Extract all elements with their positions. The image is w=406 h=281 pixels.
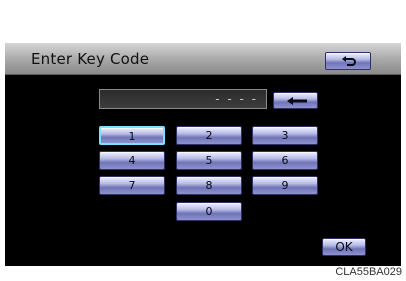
key-2[interactable]: 2 [176, 126, 242, 145]
manual-figure: Enter Key Code - - - - 1 2 3 4 5 6 7 8 9… [0, 0, 406, 281]
backspace-button[interactable] [273, 92, 318, 109]
back-arrow-icon [341, 56, 357, 67]
key-9[interactable]: 9 [252, 176, 318, 195]
ok-button[interactable]: OK [322, 238, 366, 256]
page-title: Enter Key Code [31, 50, 150, 68]
key-6[interactable]: 6 [252, 151, 318, 170]
key-0[interactable]: 0 [176, 202, 242, 221]
key-8[interactable]: 8 [176, 176, 242, 195]
key-3[interactable]: 3 [252, 126, 318, 145]
key-1[interactable]: 1 [99, 126, 165, 145]
key-5[interactable]: 5 [176, 151, 242, 170]
backspace-arrow-icon [287, 97, 307, 105]
key-4[interactable]: 4 [99, 151, 165, 170]
back-button[interactable] [325, 52, 371, 70]
key-7[interactable]: 7 [99, 176, 165, 195]
figure-caption: CLA55BA029 [335, 266, 402, 278]
key-code-field: - - - - [99, 89, 267, 109]
